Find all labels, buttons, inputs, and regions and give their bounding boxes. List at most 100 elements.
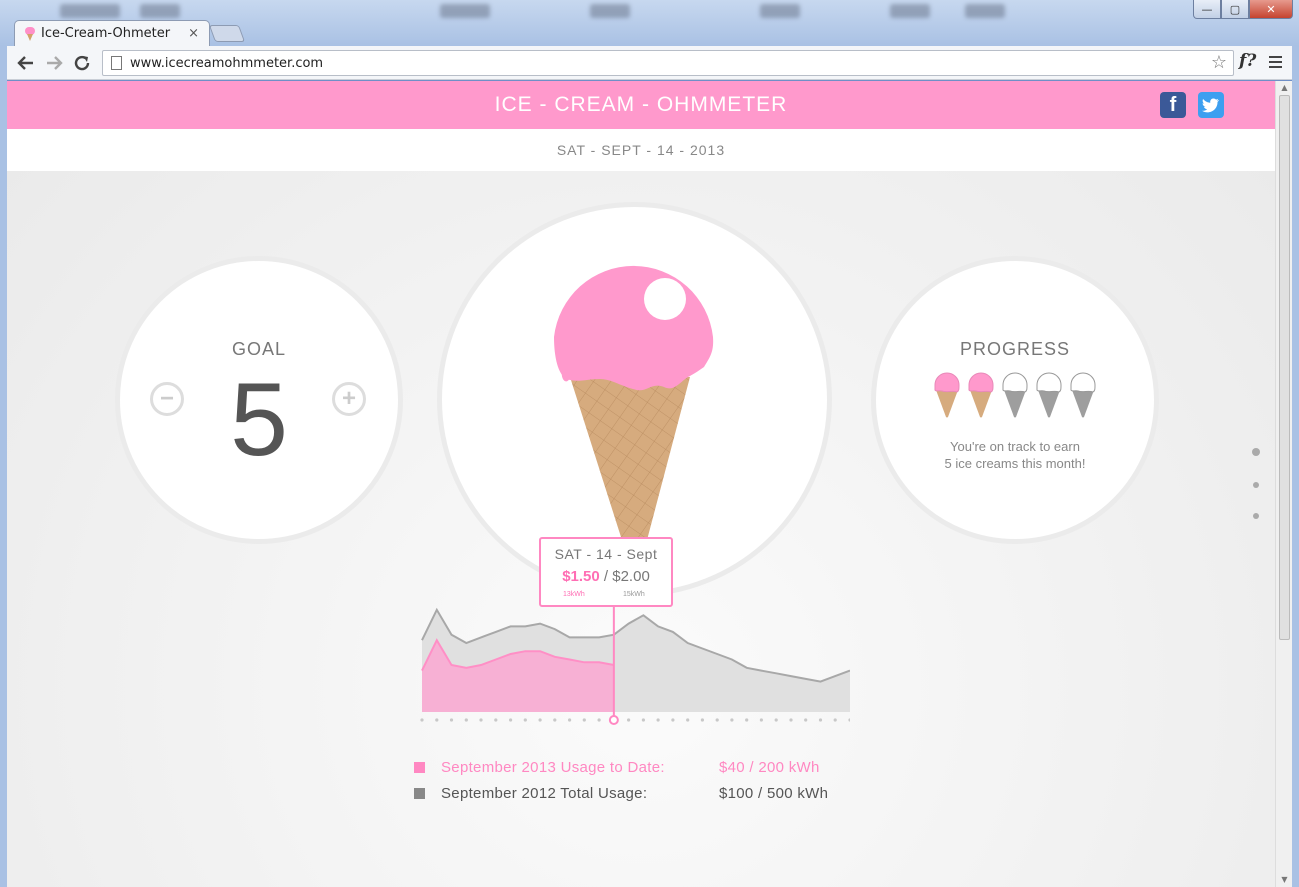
tooltip-date: SAT - 14 - Sept [554,546,658,562]
blurred-background-text [440,4,490,18]
progress-message-line-1: You're on track to earn [950,439,1080,454]
day-marker[interactable] [538,718,542,722]
tab-title: Ice-Cream-Ohmeter [41,26,171,41]
day-marker[interactable] [656,718,660,722]
extension-button[interactable]: f? [1239,51,1256,71]
day-marker[interactable] [686,718,690,722]
legend-current-label: September 2013 Usage to Date: [441,759,665,776]
day-marker[interactable] [479,718,483,722]
unearned-cone-icon [1002,372,1028,418]
unearned-cone-icon [1036,372,1062,418]
day-marker[interactable] [774,718,778,722]
goal-label: GOAL [231,339,287,359]
day-marker[interactable] [789,718,793,722]
day-marker[interactable] [597,718,601,722]
scroll-down-arrow-icon[interactable]: ▼ [1276,873,1293,887]
url-text: www.icecreamohmmeter.com [130,55,324,71]
page-icon [111,56,122,70]
page-nav-dot[interactable] [1253,482,1259,488]
ice-cream-cone-icon [554,265,714,564]
blurred-background-text [890,4,930,18]
progress-label: PROGRESS [959,339,1071,359]
menu-icon[interactable] [1269,56,1282,68]
progress-cones [876,371,1154,419]
vertical-scrollbar[interactable]: ▲ ▼ [1275,81,1292,887]
forward-arrow-icon[interactable] [43,52,65,74]
day-marker[interactable] [494,718,498,722]
progress-circle: PROGRESS You're on track to earn 5 ice c… [871,256,1159,544]
page-nav-dot-active[interactable] [1252,448,1260,456]
day-marker[interactable] [523,718,527,722]
twitter-icon[interactable] [1198,92,1224,118]
day-marker[interactable] [848,718,850,722]
day-marker[interactable] [700,718,704,722]
legend-current-usage: September 2013 Usage to Date: $40 / 200 … [414,759,820,776]
window-controls: — ▢ ✕ [1193,0,1293,19]
page-nav-dot[interactable] [1253,513,1259,519]
day-marker[interactable] [833,718,837,722]
legend-previous-usage: September 2012 Total Usage: $100 / 500 k… [414,785,828,802]
browser-tab[interactable]: Ice-Cream-Ohmeter × [14,20,210,46]
tooltip-previous-kwh: 15kWh [623,591,645,598]
day-marker[interactable] [745,718,749,722]
day-marker[interactable] [435,718,439,722]
facebook-icon[interactable]: f [1160,92,1186,118]
day-marker[interactable] [818,718,823,722]
legend-current-value: $40 / 200 kWh [719,759,820,776]
blurred-background-text [760,4,800,18]
legend-previous-label: September 2012 Total Usage: [441,785,648,802]
usage-area-chart [420,596,850,725]
decrease-goal-button[interactable]: − [150,382,184,416]
bookmark-star-icon[interactable]: ☆ [1211,52,1227,73]
address-bar[interactable]: www.icecreamohmmeter.com ☆ [102,50,1234,76]
tab-close-icon[interactable]: × [188,26,199,41]
back-arrow-icon[interactable] [15,52,37,74]
scroll-thumb[interactable] [1279,95,1290,640]
legend-previous-value: $100 / 500 kWh [719,785,829,802]
day-marker[interactable] [582,718,586,722]
tooltip-current-cost: $1.50 [562,568,600,585]
plus-icon: + [341,385,356,412]
selected-day-marker[interactable] [608,715,619,725]
tooltip-values: $1.50 / $2.00 [541,568,671,585]
reload-icon[interactable] [71,52,93,74]
maximize-button[interactable]: ▢ [1221,0,1249,19]
goal-circle: GOAL 5 − + [115,256,403,544]
site-title: ICE - CREAM - OHMMETER [494,93,788,116]
site-header: ICE - CREAM - OHMMETER f [7,81,1275,129]
day-marker[interactable] [568,718,572,722]
scroll-up-arrow-icon[interactable]: ▲ [1276,81,1293,95]
increase-goal-button[interactable]: + [332,382,366,416]
ice-cream-favicon-icon [25,26,35,41]
new-tab-button[interactable] [208,25,246,42]
window-frame-left [0,46,7,887]
minimize-button[interactable]: — [1193,0,1221,19]
window-frame-right [1292,46,1299,887]
day-marker[interactable] [715,718,719,722]
unearned-cone-icon [1070,372,1096,418]
legend-pink-swatch [414,762,425,773]
day-marker[interactable] [420,718,424,722]
blurred-background-text [60,4,120,18]
day-marker[interactable] [804,718,808,722]
day-marker[interactable] [730,718,734,722]
day-marker[interactable] [509,718,513,722]
browser-toolbar: www.icecreamohmmeter.com ☆ f? [7,46,1292,80]
day-marker[interactable] [671,718,675,722]
blurred-background-text [965,4,1005,18]
minus-icon: − [159,385,174,412]
day-marker[interactable] [641,718,645,722]
day-marker[interactable] [759,718,763,722]
tooltip-previous-cost: $2.00 [612,568,650,585]
legend-gray-swatch [414,788,425,799]
day-marker[interactable] [627,718,631,722]
progress-message-line-2: 5 ice creams this month! [944,456,1086,471]
day-marker[interactable] [449,718,454,722]
current-date: SAT - SEPT - 14 - 2013 [556,142,726,158]
blurred-background-text [140,4,180,18]
close-window-button[interactable]: ✕ [1249,0,1293,19]
day-marker[interactable] [553,718,557,722]
day-marker[interactable] [464,718,468,722]
progress-message: You're on track to earn 5 ice creams thi… [876,438,1154,472]
earned-cone-icon [968,372,994,418]
